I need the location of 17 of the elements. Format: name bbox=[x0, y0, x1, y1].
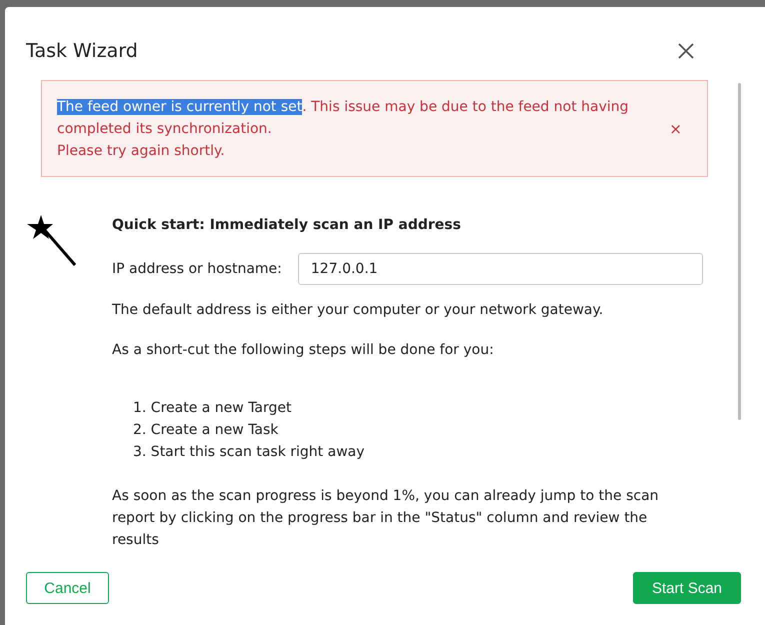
field-label: IP address or hostname: bbox=[112, 261, 282, 277]
start-scan-button[interactable]: Start Scan bbox=[633, 572, 741, 604]
dismiss-button[interactable]: × bbox=[665, 120, 686, 138]
ip-address-field[interactable]: 127.0.0.1 bbox=[298, 253, 703, 285]
note-text: The default address is either your computer or your network gateway. bbox=[112, 301, 604, 320]
cancel-button[interactable]: Cancel bbox=[26, 572, 109, 604]
dialog-title: Task Wizard bbox=[26, 40, 138, 62]
magic-wand-icon bbox=[27, 215, 77, 267]
steps-intro: As a short-cut the following steps will be done for you: bbox=[112, 341, 495, 360]
quick-start-heading: Quick start: Immediately scan an IP address bbox=[112, 217, 462, 233]
close-icon[interactable] bbox=[678, 43, 694, 59]
progress-note: As soon as the scan progress is beyond 1%, you can already jump to the scan report by clicking on the progress bar in the "Status" column and review the results bbox=[112, 487, 660, 550]
step-item: 3. Start this scan task right away bbox=[133, 443, 366, 462]
scrollbar-thumb[interactable] bbox=[738, 83, 741, 420]
error-message: The feed owner is currently not set. This issue may be due to the feed not having completed its synchronization. Please try again shortly. bbox=[57, 98, 630, 160]
step-item: 1. Create a new Target bbox=[133, 399, 293, 418]
step-item: 2. Create a new Task bbox=[133, 421, 280, 440]
